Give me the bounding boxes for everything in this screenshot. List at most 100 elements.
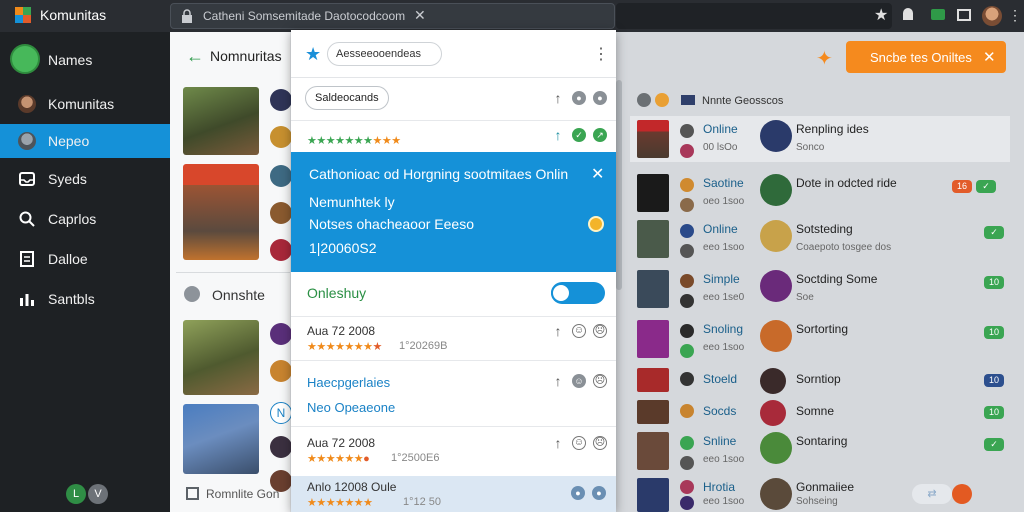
game-thumbnail (637, 120, 669, 158)
sidebar-item-komunitas[interactable]: Komunitas (0, 87, 170, 121)
cta-button[interactable]: Sncbe tes Oniltes ✕ (846, 41, 1006, 73)
sidebar: Names Komunitas Nepeo Syeds Caprlos Dall… (0, 32, 170, 512)
player-name: Gonmaiiee (796, 480, 855, 494)
post-subtitle[interactable]: Neo Opeaeone (307, 400, 395, 415)
window-icon[interactable] (957, 8, 971, 22)
row-actions: ↑ ☺ ☹ (551, 324, 607, 338)
rating-stars: ★★★★★★● (307, 453, 370, 465)
activity-row[interactable]: Simple eeo 1se0 Soctding Some Soe 10 (630, 266, 1010, 312)
user-avatar[interactable] (270, 436, 292, 458)
upvote-icon[interactable]: ↑ (551, 374, 565, 388)
user-avatar[interactable] (982, 6, 1002, 26)
upvote-icon[interactable]: ↑ (551, 91, 565, 105)
post-title[interactable]: Haecpgerlaies (307, 375, 390, 390)
more-icon[interactable]: ⋮ (593, 44, 609, 64)
player-name: Dote in odcted ride (796, 176, 897, 190)
smile-icon[interactable]: ☺ (572, 436, 586, 450)
browser-tab[interactable]: Catheni Somsemitade Daotocodcoom ✕ (170, 3, 615, 29)
sidebar-item-caprlos[interactable]: Caprlos (0, 202, 170, 236)
share-icon[interactable]: ● (571, 486, 585, 500)
flag-icon (681, 95, 695, 105)
notification-icon[interactable] (952, 484, 972, 504)
activity-row[interactable]: Snoling eeo 1soo Sortorting 10 (630, 316, 1010, 362)
timestamp: eeo 1soo (703, 454, 745, 465)
share-icon[interactable]: ● (572, 91, 586, 105)
upvote-icon[interactable]: ↑ (551, 128, 565, 142)
page-title: Nomnuritas (210, 48, 282, 64)
frown-icon[interactable]: ☹ (593, 374, 607, 388)
player-avatar (760, 120, 792, 152)
upvote-icon[interactable]: ↑ (551, 324, 565, 338)
sidebar-item-nepeo[interactable]: Nepeo (0, 124, 170, 158)
activity-row[interactable]: Socds Somne 10 (630, 396, 1010, 426)
home-icon[interactable] (186, 487, 199, 500)
game-thumbnail[interactable] (183, 87, 259, 155)
close-icon[interactable]: ✕ (591, 164, 604, 184)
game-thumbnail (637, 478, 669, 512)
activity-row[interactable]: Snline eeo 1soo Sontaring ✓ (630, 428, 1010, 474)
game-thumbnail[interactable] (183, 164, 259, 260)
banner-text: Notses ohacheaoor Eeeso (309, 216, 474, 232)
upvote-icon[interactable]: ↑ (551, 436, 565, 450)
frown-icon[interactable]: ☹ (593, 436, 607, 450)
search-input[interactable]: Aesseeooendeas (327, 42, 442, 66)
stats-icon (20, 294, 34, 306)
avatar (680, 294, 694, 308)
document-icon (20, 251, 34, 267)
activity-row[interactable]: Online 00 lsOo Renpling ides Sonco (630, 116, 1010, 162)
status-away-badge[interactable]: V (88, 484, 108, 504)
menu-icon[interactable]: ⋮ (1008, 7, 1022, 24)
user-avatar[interactable] (270, 360, 292, 382)
lock-icon (182, 9, 192, 23)
level-badge: 16 (952, 180, 972, 193)
user-avatar[interactable] (270, 126, 292, 148)
rating-stars: ★★★★★★★ (307, 497, 373, 509)
back-arrow-icon[interactable]: ← (186, 46, 204, 67)
popup-panel: ★ Aesseeooendeas ⋮ Saldeocands ↑ ● ● ★★★… (291, 30, 616, 512)
announcement-banner[interactable]: Cathonioac od Horgning sootmitaes Onlin … (291, 152, 616, 272)
activity-row[interactable]: Online eeo 1soo Sotsteding Coaepoto tosg… (630, 216, 1010, 262)
scrollbar[interactable] (616, 80, 622, 290)
frown-icon[interactable]: ☹ (593, 324, 607, 338)
trend-icon[interactable]: ↗ (593, 128, 607, 142)
game-thumbnail (637, 270, 669, 308)
profile-avatar[interactable] (10, 44, 40, 74)
user-avatar[interactable] (270, 202, 292, 224)
player-avatar (760, 270, 792, 302)
player-name: Sontaring (796, 434, 848, 448)
avatar (680, 324, 694, 338)
game-thumbnail (637, 368, 669, 392)
tag-chip[interactable]: Saldeocands (305, 86, 389, 110)
smile-icon[interactable]: ☺ (572, 324, 586, 338)
user-avatar[interactable] (270, 165, 292, 187)
reply-icon[interactable]: ● (593, 91, 607, 105)
game-thumbnail[interactable] (183, 404, 259, 474)
game-thumbnail[interactable] (183, 320, 259, 395)
smile-icon[interactable]: ☺ (572, 374, 586, 388)
activity-row[interactable]: Saotine oeo 1soo Dote in odcted ride 16 … (630, 170, 1010, 216)
sidebar-item-syeds[interactable]: Syeds (0, 162, 170, 196)
sidebar-item-dalloe[interactable]: Dalloe (0, 242, 170, 276)
user-avatar[interactable] (270, 239, 292, 261)
user-avatar[interactable]: N (270, 402, 292, 424)
screen-share-icon[interactable] (931, 8, 945, 22)
bookmark-star-icon[interactable]: ★ (874, 5, 888, 25)
banner-title: Cathonioac od Horgning sootmitaes Onlin (309, 166, 569, 182)
check-icon[interactable]: ✓ (572, 128, 586, 142)
tab-close-icon[interactable]: ✕ (414, 7, 426, 24)
close-icon[interactable]: ✕ (983, 48, 996, 66)
level-badge: 10 (984, 406, 1004, 419)
reply-icon[interactable]: ● (592, 486, 606, 500)
user-avatar[interactable] (270, 89, 292, 111)
sidebar-item-santbls[interactable]: Santbls (0, 282, 170, 316)
extension-icon[interactable] (901, 8, 915, 22)
share-button[interactable]: ⇄ (912, 484, 952, 504)
avatar (680, 124, 694, 138)
activity-row[interactable]: Stoeld Sorntiop 10 (630, 364, 1010, 394)
user-avatar[interactable] (270, 323, 292, 345)
status-online-badge[interactable]: L (66, 484, 86, 504)
filter-icon[interactable] (637, 93, 651, 107)
address-bar[interactable] (616, 3, 892, 29)
sidebar-item-label: Komunitas (48, 96, 115, 112)
star-icon[interactable]: ★ (305, 44, 321, 65)
